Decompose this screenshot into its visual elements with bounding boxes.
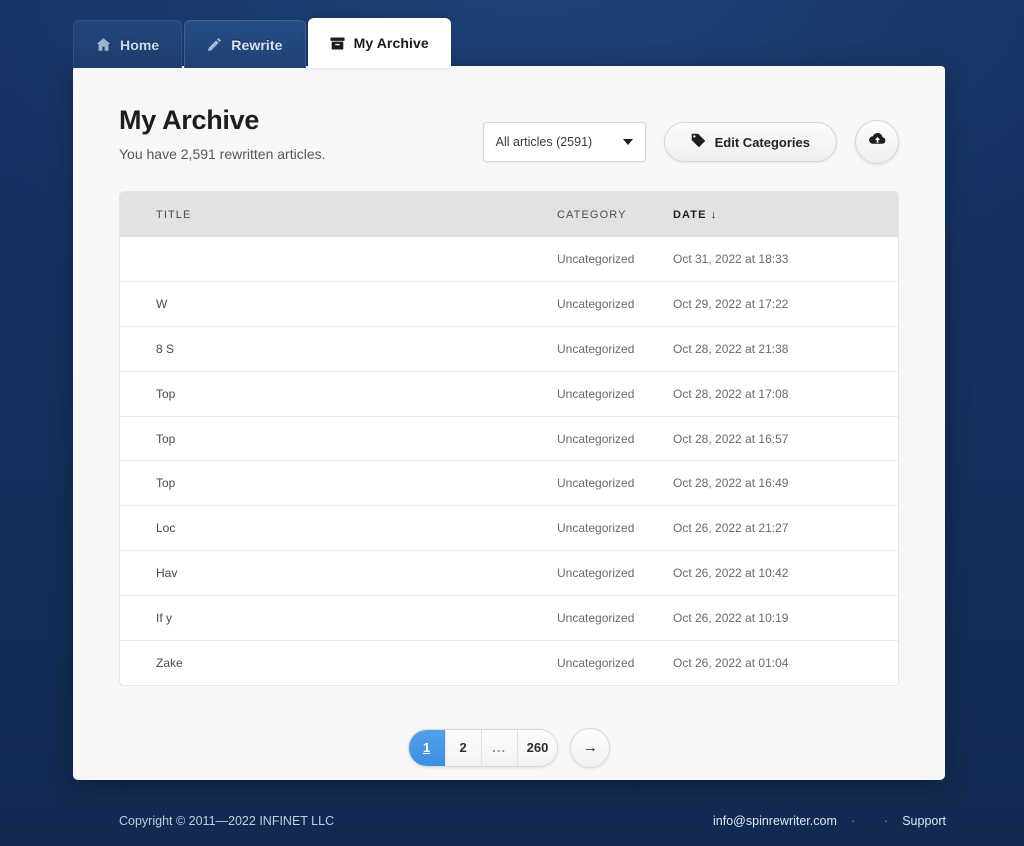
articles-table-wrapper: TITLE CATEGORY DATE ↓ Uncategorized Oct 3…: [119, 191, 899, 686]
table-row[interactable]: W Uncategorized Oct 29, 2022 at 17:22: [120, 281, 898, 327]
articles-table-body: Uncategorized Oct 31, 2022 at 18:33 W Uncat…: [120, 237, 898, 685]
column-header-date[interactable]: DATE ↓: [673, 192, 898, 237]
tab-my-archive-label: My Archive: [353, 35, 429, 51]
tab-home-label: Home: [120, 36, 160, 53]
pagination-page-1[interactable]: 1: [408, 729, 445, 766]
article-category-cell: Uncategorized: [557, 281, 673, 327]
article-category-cell: Uncategorized: [557, 460, 673, 506]
table-row[interactable]: If y Uncategorized Oct 26, 2022 at 10:19: [120, 594, 898, 641]
column-header-date-label: DATE: [673, 208, 707, 221]
article-title-cell: W: [120, 281, 557, 327]
footer-links: info@spinrewriter.com · · Support: [713, 814, 946, 828]
edit-categories-label: Edit Categories: [714, 134, 810, 150]
table-row[interactable]: Top Uncategorized Oct 28, 2022 at 16:49: [120, 460, 898, 506]
article-filter-value: All articles (2591): [495, 135, 593, 149]
article-title-cell: Loc: [120, 505, 557, 551]
article-category-cell: Uncategorized: [557, 594, 673, 641]
pagination-page-260[interactable]: 260: [516, 729, 558, 766]
article-date-cell: Oct 31, 2022 at 18:33: [673, 252, 789, 267]
pagination-page-2[interactable]: 2: [444, 729, 481, 766]
article-title-cell: Hav: [120, 550, 557, 596]
article-category-cell: Uncategorized: [557, 252, 635, 267]
pagination-page-ellipsisellipsisellipsis[interactable]: ...: [480, 729, 517, 766]
footer-copyright: Copyright © 2011—2022 INFINET LLC: [119, 814, 335, 828]
pencil-icon: [207, 37, 222, 52]
article-date-cell: Oct 26, 2022 at 01:04: [673, 639, 898, 685]
article-date-cell: Oct 28, 2022 at 17:08: [673, 370, 898, 417]
article-filter-select[interactable]: All articles (2591): [482, 122, 646, 162]
article-date-cell: Oct 28, 2022 at 16:57: [673, 415, 898, 461]
article-date-cell: Oct 26, 2022 at 21:27: [673, 505, 898, 551]
arrow-right-icon: →: [582, 739, 598, 757]
table-row[interactable]: Zake Uncategorized Oct 26, 2022 at 01:04: [120, 639, 898, 685]
article-title-cell: 8 S: [120, 326, 557, 372]
article-category-cell: Uncategorized: [557, 550, 673, 596]
article-date-cell: Oct 26, 2022 at 10:42: [673, 550, 898, 596]
table-row[interactable]: Loc Uncategorized Oct 26, 2022 at 21:27: [120, 505, 898, 551]
pagination-next-button[interactable]: →: [570, 727, 611, 768]
cloud-upload-icon: [868, 130, 887, 154]
header-controls: All articles (2591) Edit Categories: [482, 106, 899, 164]
tab-rewrite-label: Rewrite: [231, 36, 283, 53]
article-date-cell: Oct 28, 2022 at 16:49: [673, 460, 898, 506]
table-row[interactable]: 8 S Uncategorized Oct 28, 2022 at 21:38: [120, 326, 898, 372]
page-footer: Copyright © 2011—2022 INFINET LLC info@s…: [0, 806, 1024, 836]
tag-icon: [691, 133, 706, 151]
article-title-cell: Top: [120, 370, 557, 417]
article-date-cell: Oct 28, 2022 at 21:38: [673, 326, 898, 372]
column-header-category[interactable]: CATEGORY: [557, 192, 673, 237]
column-header-title[interactable]: TITLE: [120, 192, 557, 237]
pagination: 1 2... 260 →: [119, 727, 899, 768]
article-title-cell: Top: [120, 460, 557, 506]
upload-button[interactable]: [855, 120, 899, 164]
article-title-cell: Zake: [120, 639, 557, 685]
table-row[interactable]: Top Uncategorized Oct 28, 2022 at 17:08: [120, 370, 898, 417]
page-title: My Archive: [119, 105, 260, 135]
page-subtitle: You have 2,591 rewritten articles.: [119, 145, 326, 162]
article-title-cell: If y: [120, 594, 557, 641]
footer-separator-1: ·: [850, 814, 856, 828]
article-category-cell: Uncategorized: [557, 326, 673, 372]
footer-email-link[interactable]: info@spinrewriter.com: [713, 814, 837, 828]
page-header: My Archive You have 2,591 rewritten arti…: [119, 66, 899, 164]
main-tabbar: Home Rewrite My Archive: [73, 18, 451, 68]
page-heading-group: My Archive You have 2,591 rewritten arti…: [119, 105, 326, 162]
table-row[interactable]: Top Uncategorized Oct 28, 2022 at 16:57: [120, 415, 898, 461]
article-category-cell: Uncategorized: [557, 639, 673, 685]
tab-rewrite[interactable]: Rewrite: [184, 20, 306, 68]
table-row[interactable]: Uncategorized Oct 31, 2022 at 18:33: [120, 237, 898, 282]
footer-support-link[interactable]: Support: [902, 814, 946, 828]
articles-table-head: TITLE CATEGORY DATE ↓: [120, 192, 898, 237]
table-row[interactable]: Hav Uncategorized Oct 26, 2022 at 10:42: [120, 550, 898, 596]
article-category-cell: Uncategorized: [557, 415, 673, 461]
article-date-cell: Oct 26, 2022 at 10:19: [673, 594, 898, 641]
footer-separator-2: ·: [884, 814, 889, 828]
tab-my-archive[interactable]: My Archive: [307, 18, 451, 68]
archive-card: My Archive You have 2,591 rewritten arti…: [73, 66, 945, 780]
pagination-pages: 1 2... 260: [407, 728, 559, 767]
articles-table: TITLE CATEGORY DATE ↓ Uncategorized Oct 3…: [120, 192, 898, 685]
article-date-cell: Oct 29, 2022 at 17:22: [673, 281, 898, 327]
table-header-row: TITLE CATEGORY DATE ↓: [120, 192, 898, 237]
article-title-cell: [120, 237, 557, 282]
article-category-cell: Uncategorized: [557, 505, 673, 551]
tab-home[interactable]: Home: [73, 20, 183, 68]
edit-categories-button[interactable]: Edit Categories: [663, 122, 837, 162]
sort-descending-icon: ↓: [710, 208, 718, 221]
article-category-cell: Uncategorized: [557, 370, 673, 417]
chevron-down-icon: [622, 139, 633, 145]
article-title-cell: Top: [120, 415, 557, 461]
archive-icon: [330, 36, 345, 51]
home-icon: [96, 37, 111, 52]
